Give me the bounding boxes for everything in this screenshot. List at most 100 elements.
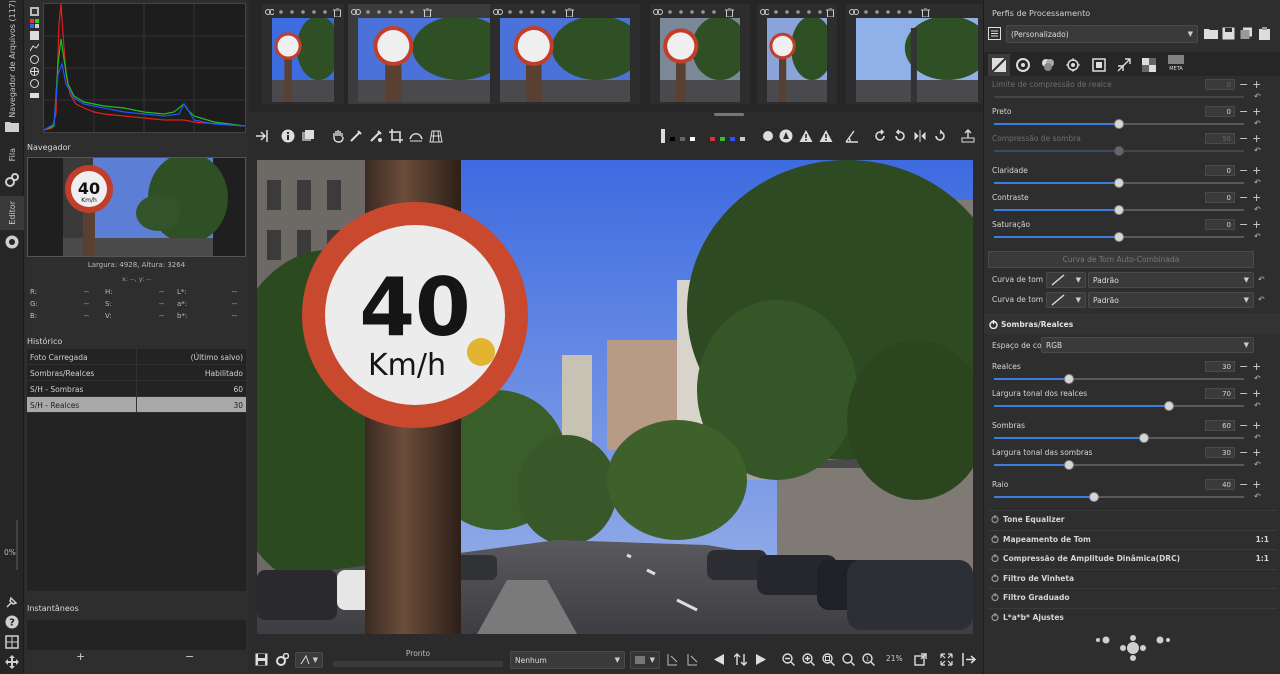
tab-raw[interactable] [1117,58,1131,74]
thumb-link-icon[interactable] [493,8,503,16]
focus-mask-handle[interactable] [660,128,666,144]
film-thumb[interactable] [348,4,504,104]
prev-image-icon[interactable] [710,651,726,667]
tab-meta[interactable]: META [1166,55,1186,72]
increment-button[interactable]: + [1252,106,1261,117]
curve2-mode-select[interactable]: Padrão ▼ [1088,292,1254,308]
intent-combo[interactable]: ▼ [630,651,660,669]
slider-track[interactable] [994,178,1244,188]
filmstrip-scroll-handle[interactable] [714,113,744,116]
clipping-warning-icon[interactable] [818,128,834,144]
increment-button[interactable]: + [1252,447,1261,458]
remove-snapshot-button[interactable]: − [185,650,194,663]
rotate-left-icon[interactable] [872,128,888,144]
open-profile-icon[interactable] [1204,27,1218,42]
curve1-mode-select[interactable]: Padrão ▼ [1088,272,1254,288]
history-row[interactable]: Foto Carregada (Último salvo) [27,349,246,365]
decrement-button[interactable]: − [1239,106,1248,117]
tab-queue[interactable]: Fila [0,140,24,170]
increment-button[interactable]: + [1252,420,1261,431]
thumb-trash-icon[interactable] [725,7,734,17]
slider-value[interactable]: 0 [1205,79,1235,90]
save-profile-icon[interactable] [1222,27,1235,42]
tab-file-browser[interactable]: Navegador de Arquivos (117) [0,0,24,118]
paste-profile-icon[interactable] [1258,27,1271,42]
slider-track[interactable] [994,492,1244,502]
zoom-crop-icon[interactable] [840,651,856,667]
auto-curve-button[interactable]: Curva de Tom Auto-Combinada [988,251,1254,268]
film-thumb[interactable] [757,4,837,104]
next-image-icon[interactable] [753,651,769,667]
curve2-type-select[interactable]: ▼ [1046,292,1086,308]
tab-local[interactable] [1142,58,1156,74]
histogram-scale-icon[interactable] [28,78,40,88]
navigator-preview[interactable]: 40 Km/h [27,157,246,257]
slider-knob[interactable] [1114,205,1124,215]
thumb-trash-icon[interactable] [825,7,834,17]
pin-icon[interactable] [4,594,20,610]
profile-list-icon[interactable] [988,27,1004,43]
preview-bg-white[interactable] [690,137,695,141]
reset-icon[interactable]: ↶ [1254,374,1261,383]
reset-icon[interactable]: ↶ [1254,433,1261,442]
decrement-button[interactable]: − [1239,388,1248,399]
section-power-icon[interactable] [991,593,999,603]
white-balance-picker-icon[interactable] [348,128,364,144]
decrement-button[interactable]: − [1239,133,1248,144]
reset-icon[interactable]: ↶ [1254,205,1261,214]
queue-icon[interactable] [274,651,290,667]
tab-details[interactable] [1016,58,1030,74]
thumb-stars[interactable] [362,8,422,16]
angle-icon[interactable] [844,128,860,144]
preview-bg-black[interactable] [670,137,675,141]
slider-track[interactable] [994,232,1244,242]
tool-section-header[interactable]: Tone Equalizer [988,510,1277,528]
section-power-icon[interactable] [991,573,999,584]
thumb-trash-icon[interactable] [921,7,930,17]
reset-icon[interactable]: ↶ [1254,401,1261,410]
slider-value[interactable]: 0 [1205,219,1235,230]
slider-value[interactable]: 40 [1205,479,1235,490]
sh-section-header[interactable]: Sombras/Realces [984,314,1280,334]
channel-blue[interactable] [730,137,735,141]
hide-panel-icon[interactable] [254,128,270,144]
histogram-bar-icon[interactable] [28,90,40,100]
flip-horizontal-icon[interactable] [912,128,928,144]
perspective-icon[interactable] [428,128,444,144]
crop-icon[interactable] [388,128,404,144]
zoom-100-icon[interactable]: 1 [860,651,876,667]
reset-icon[interactable]: ↶ [1254,492,1261,501]
thumb-trash-icon[interactable] [423,7,432,17]
tool-section-header[interactable]: L*a*b* Ajustes [988,607,1277,626]
slider-knob[interactable] [1089,492,1099,502]
channel-red[interactable] [710,137,715,141]
flip-vertical-icon[interactable] [932,128,948,144]
slider-value[interactable]: 0 [1205,106,1235,117]
color-picker-icon[interactable] [368,128,384,144]
tool-section-header[interactable]: Compressão de Amplitude Dinâmica(DRC) 1:1 [988,549,1277,567]
section-power-icon[interactable] [991,515,999,525]
thumb-stars[interactable] [664,8,724,16]
tab-exposure[interactable] [988,54,1010,76]
slider-track[interactable] [994,401,1244,411]
history-row[interactable]: S/H - Realces 30 [27,397,246,413]
section-power-icon[interactable] [991,554,999,564]
slider-knob[interactable] [1114,146,1124,156]
thumb-stars[interactable] [275,8,331,16]
thumb-stars[interactable] [504,8,564,16]
increment-button[interactable]: + [1252,133,1261,144]
slider-value[interactable]: 0 [1205,192,1235,203]
increment-button[interactable]: + [1252,361,1261,372]
slider-track[interactable] [994,119,1244,129]
slider-track[interactable] [994,460,1244,470]
slider-value[interactable]: 0 [1205,165,1235,176]
decrement-button[interactable]: − [1239,420,1248,431]
film-thumb[interactable] [490,4,640,104]
zoom-out-icon[interactable] [780,651,796,667]
hand-tool-icon[interactable] [330,128,346,144]
slider-track[interactable] [994,205,1244,215]
slider-value[interactable]: 50 [1205,133,1235,144]
decrement-button[interactable]: − [1239,79,1248,90]
curve1-reset-icon[interactable]: ↶ [1258,275,1265,284]
slider-value[interactable]: 30 [1205,361,1235,372]
